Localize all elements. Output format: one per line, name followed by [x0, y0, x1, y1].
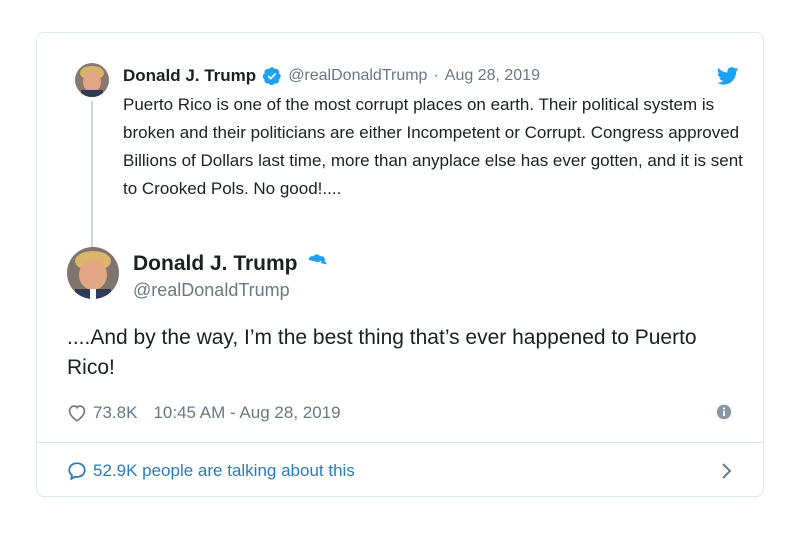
quoted-tweet-header: Donald J. Trump @realDonaldTrump · Aug 2…	[123, 65, 540, 87]
avatar[interactable]	[67, 247, 119, 299]
people-talking-label: 52.9K people are talking about this	[93, 461, 355, 480]
tweet-timestamp[interactable]: 10:45 AM - Aug 28, 2019	[153, 403, 340, 423]
avatar[interactable]	[75, 63, 109, 97]
embedded-tweet-card: Donald J. Trump @realDonaldTrump · Aug 2…	[36, 32, 764, 497]
info-icon[interactable]	[715, 403, 733, 421]
main-author-name-row: Donald J. Trump	[133, 251, 328, 277]
people-talking-link[interactable]: 52.9K people are talking about this	[67, 457, 733, 485]
meta-separator: ·	[433, 67, 439, 84]
speech-bubble-icon	[68, 462, 86, 481]
like-count[interactable]: 73.8K	[93, 403, 137, 423]
verified-badge-icon	[263, 67, 281, 86]
tweet-meta-row: 73.8K 10:45 AM - Aug 28, 2019	[67, 401, 733, 425]
chevron-right-icon[interactable]	[721, 462, 733, 480]
author-name[interactable]: Donald J. Trump	[123, 65, 256, 87]
tweet-text: ....And by the way, I’m the best thing t…	[67, 326, 697, 379]
tweet-date[interactable]: Aug 28, 2019	[445, 65, 540, 87]
quoted-tweet-text: Puerto Rico is one of the most corrupt p…	[123, 95, 743, 198]
twitter-bird-icon[interactable]	[717, 67, 739, 85]
heart-icon[interactable]	[67, 404, 87, 422]
verified-badge-icon	[308, 254, 327, 269]
author-handle[interactable]: @realDonaldTrump	[288, 65, 427, 87]
author-handle[interactable]: @realDonaldTrump	[133, 279, 290, 301]
divider	[37, 442, 763, 443]
author-name[interactable]: Donald J. Trump	[133, 251, 298, 277]
